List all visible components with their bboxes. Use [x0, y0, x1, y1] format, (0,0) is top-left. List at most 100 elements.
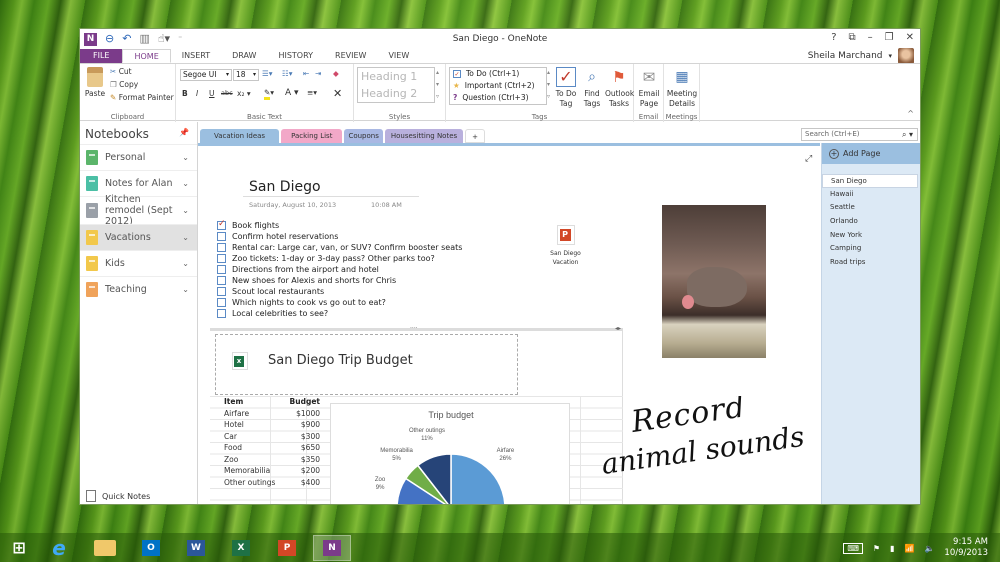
page-item-new-york[interactable]: New York: [822, 229, 920, 243]
page-item-road-trips[interactable]: Road trips: [822, 256, 920, 270]
tags-scroll[interactable]: ▴ ▾ ▿: [547, 67, 550, 103]
add-page-button[interactable]: + Add Page: [822, 143, 920, 164]
style-heading-1[interactable]: Heading 1: [358, 68, 434, 85]
minimize-button[interactable]: –: [868, 32, 873, 43]
taskbar-word[interactable]: W: [177, 535, 215, 561]
highlight-button[interactable]: ✎▾: [264, 88, 274, 100]
section-tab-vacation-ideas[interactable]: Vacation Ideas: [200, 129, 280, 143]
todo-checkbox[interactable]: [217, 276, 226, 285]
embedded-spreadsheet[interactable]: San Diego Trip Budget ItemBudget Airfare…: [210, 331, 623, 504]
network-icon[interactable]: 📶: [904, 544, 914, 553]
todo-checkbox[interactable]: [217, 219, 226, 230]
section-tab-coupons[interactable]: Coupons: [344, 129, 383, 143]
touch-keyboard-icon[interactable]: ⌨: [843, 542, 863, 554]
todo-checkbox[interactable]: [217, 309, 226, 318]
restore-button[interactable]: ❐: [885, 32, 894, 43]
outdent-button[interactable]: ⇤: [303, 69, 309, 78]
taskbar-internet-explorer[interactable]: e: [40, 535, 78, 561]
search-icon[interactable]: ⌕ ▾: [902, 129, 913, 140]
chevron-down-icon[interactable]: ⌄: [182, 179, 189, 188]
font-family-select[interactable]: Segoe UI ▾: [180, 69, 232, 81]
clear-formatting-button[interactable]: ◆: [333, 69, 339, 78]
page-canvas[interactable]: San Diego Saturday, August 10, 2013 10:0…: [198, 143, 820, 504]
tags-gallery[interactable]: ✓ To Do (Ctrl+1) ★ Important (Ctrl+2) ? Que…: [449, 67, 547, 105]
delete-button[interactable]: ✕: [333, 87, 342, 100]
quick-notes-button[interactable]: Quick Notes: [86, 490, 150, 502]
todo-checkbox[interactable]: [217, 265, 226, 274]
todo-checkbox[interactable]: [217, 243, 226, 252]
page-item-hawaii[interactable]: Hawaii: [822, 188, 920, 202]
battery-icon[interactable]: ▮: [890, 544, 894, 553]
taskbar-file-explorer[interactable]: [86, 535, 124, 561]
handwritten-ink-note[interactable]: Record animal sounds: [595, 396, 805, 486]
chevron-down-icon[interactable]: ⌄: [182, 233, 189, 242]
tab-file[interactable]: FILE: [80, 49, 123, 63]
tag-todo[interactable]: ✓ To Do (Ctrl+1): [450, 68, 546, 80]
clock[interactable]: 9:15 AM 10/9/2013: [944, 537, 988, 559]
paste-button[interactable]: Paste: [84, 67, 106, 99]
search-input[interactable]: Search (Ctrl+E) ⌕ ▾: [801, 128, 918, 141]
outlook-tasks-button[interactable]: ⚑ Outlook Tasks: [605, 67, 634, 109]
styles-scroll[interactable]: ▴ ▾ ▿: [436, 67, 439, 103]
page-item-camping[interactable]: Camping: [822, 242, 920, 256]
pin-icon[interactable]: 📌: [179, 128, 189, 137]
notebook-personal[interactable]: Personal ⌄: [80, 144, 197, 170]
volume-icon[interactable]: 🔈: [924, 544, 934, 553]
notebook-kids[interactable]: Kids ⌄: [80, 250, 197, 276]
taskbar-outlook[interactable]: O: [132, 535, 170, 561]
font-size-select[interactable]: 18 ▾: [233, 69, 259, 81]
meeting-details-button[interactable]: ▦ Meeting Details: [666, 67, 698, 109]
style-heading-2[interactable]: Heading 2: [358, 85, 434, 102]
page-item-san-diego[interactable]: San Diego: [822, 174, 918, 188]
bullets-button[interactable]: ☰▾: [262, 69, 273, 78]
new-section-button[interactable]: +: [465, 129, 486, 143]
format-painter-button[interactable]: ✎ Format Painter: [110, 93, 174, 102]
tag-question[interactable]: ? Question (Ctrl+3): [450, 92, 546, 104]
strikethrough-button[interactable]: abc: [221, 89, 233, 97]
notebook-vacations[interactable]: Vacations ⌄: [80, 224, 197, 250]
taskbar-powerpoint[interactable]: P: [268, 535, 306, 561]
indent-button[interactable]: ⇥: [315, 69, 321, 78]
italic-button[interactable]: I: [196, 89, 198, 98]
chevron-down-icon[interactable]: ⌄: [182, 206, 189, 215]
page-item-seattle[interactable]: Seattle: [822, 201, 920, 215]
bold-button[interactable]: B: [182, 89, 188, 98]
find-tags-button[interactable]: ⌕ Find Tags: [581, 67, 603, 109]
collapse-ribbon-icon[interactable]: ^: [907, 109, 914, 118]
notebook-teaching[interactable]: Teaching ⌄: [80, 276, 197, 302]
tab-insert[interactable]: INSERT: [171, 49, 221, 63]
email-page-button[interactable]: ✉ Email Page: [636, 67, 662, 109]
font-color-button[interactable]: A ▾: [285, 88, 299, 98]
hippo-photo[interactable]: [662, 205, 766, 358]
numbering-button[interactable]: ☷▾: [282, 69, 293, 78]
page-title[interactable]: San Diego: [249, 179, 321, 195]
chevron-down-icon[interactable]: ⌄: [182, 153, 189, 162]
notebook-notes-for-alan[interactable]: Notes for Alan ⌄: [80, 170, 197, 196]
styles-gallery[interactable]: Heading 1 Heading 2: [357, 67, 435, 103]
start-button[interactable]: ⊞: [0, 535, 38, 561]
underline-button[interactable]: U: [209, 89, 215, 98]
tab-view[interactable]: VIEW: [377, 49, 420, 63]
todo-checkbox[interactable]: [217, 298, 226, 307]
subscript-button[interactable]: x₂ ▾: [237, 89, 251, 98]
tab-home[interactable]: HOME: [122, 49, 171, 63]
todo-tag-button[interactable]: ✓ To Do Tag: [553, 67, 579, 109]
copy-button[interactable]: ❐ Copy: [110, 80, 138, 89]
expand-icon[interactable]: ⤢: [805, 154, 812, 164]
todo-checkbox[interactable]: [217, 287, 226, 296]
section-tab-packing-list[interactable]: Packing List: [281, 129, 343, 143]
align-button[interactable]: ≡▾: [307, 88, 317, 97]
taskbar-onenote[interactable]: N: [313, 535, 351, 561]
todo-checkbox[interactable]: [217, 254, 226, 263]
taskbar-excel[interactable]: X: [222, 535, 260, 561]
user-account[interactable]: Sheila Marchand ▾: [808, 48, 914, 64]
tab-history[interactable]: HISTORY: [267, 49, 324, 63]
chevron-down-icon[interactable]: ⌄: [182, 259, 189, 268]
chevron-down-icon[interactable]: ⌄: [182, 285, 189, 294]
trip-budget-chart[interactable]: Trip budget Airfare 26% Zoo 9% Memorabilia 5%…: [330, 403, 570, 504]
tab-review[interactable]: REVIEW: [324, 49, 377, 63]
full-screen-button[interactable]: ⧉: [849, 32, 856, 43]
tag-important[interactable]: ★ Important (Ctrl+2): [450, 80, 546, 92]
notebook-kitchen-remodel[interactable]: Kitchen remodel (Sept 2012) ⌄: [80, 194, 197, 227]
action-center-flag-icon[interactable]: ⚑: [873, 544, 880, 553]
